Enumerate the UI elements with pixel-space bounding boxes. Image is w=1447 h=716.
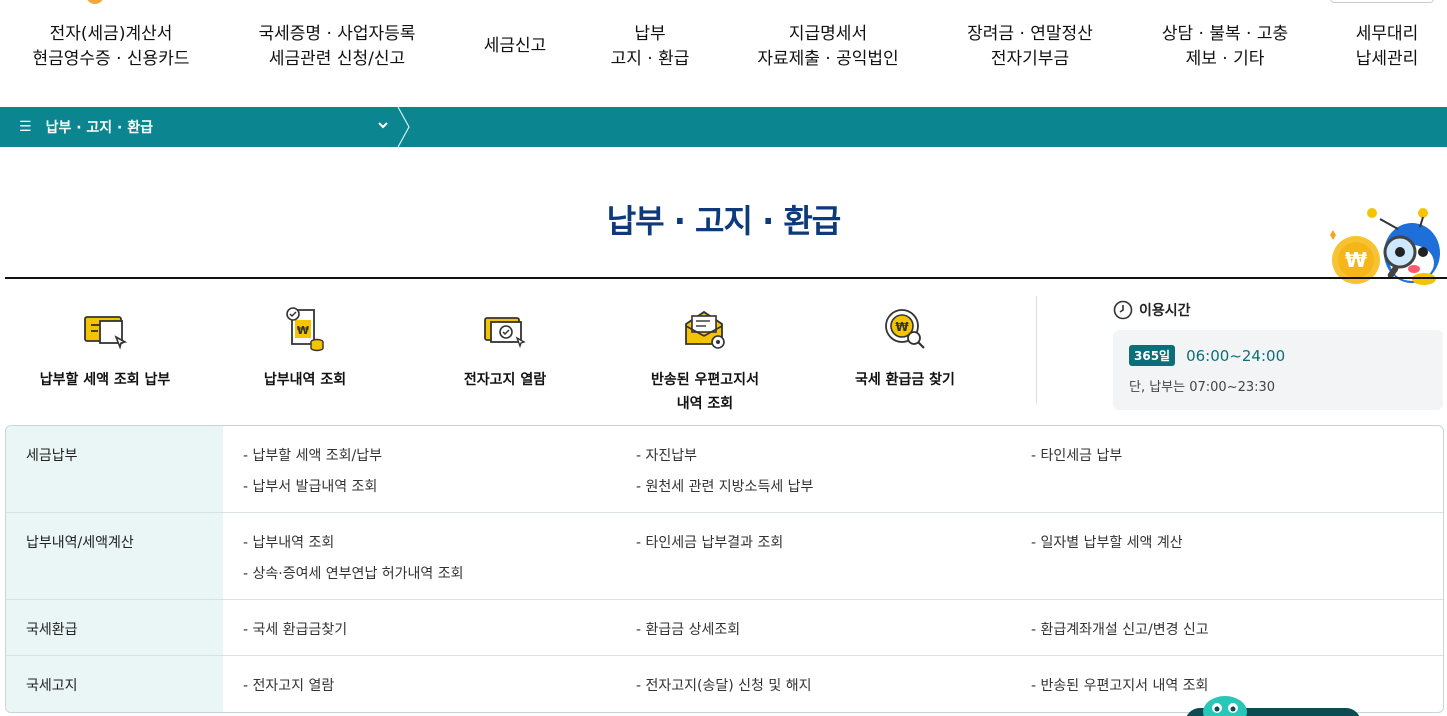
- gnb-item-consult[interactable]: 상담 · 불복 · 고충 제보 · 기타: [1155, 22, 1295, 72]
- table-link[interactable]: - 타인세금 납부결과 조회: [636, 532, 783, 552]
- returned-mail-icon: [685, 310, 725, 349]
- quick-item-payment-history[interactable]: ₩ 납부내역 조회: [205, 292, 405, 392]
- location-dropdown[interactable]: ☰ 납부 · 고지 · 환급: [0, 107, 404, 147]
- table-link[interactable]: - 환급금 상세조회: [636, 619, 740, 639]
- svg-text:₩: ₩: [297, 324, 309, 337]
- quick-label: 반송된 우편고지서 내역 조회: [651, 372, 759, 412]
- table-link[interactable]: - 타인세금 납부: [1031, 445, 1122, 465]
- gnb-label: 세금신고: [483, 36, 547, 56]
- gnb-item-agent[interactable]: 세무대리 납세관리: [1350, 22, 1424, 72]
- quick-menu: 납부할 세액 조회 납부 ₩ 납부내역 조회 전자고지 열람 반송된 우편고지서…: [0, 292, 1030, 412]
- gnb-item-incentive[interactable]: 장려금 · 연말정산 전자기부금: [960, 22, 1100, 72]
- table-row: 국세환급 - 국세 환급금찾기 - 환급금 상세조회 - 환급계좌개설 신고/변…: [6, 600, 1443, 656]
- quick-label: 납부할 세액 조회 납부: [39, 372, 171, 388]
- gnb-label: 전자(세금)계산서: [49, 24, 173, 44]
- quick-item-tax-payment[interactable]: 납부할 세액 조회 납부: [5, 292, 205, 392]
- table-link[interactable]: - 환급계좌개설 신고/변경 신고: [1031, 619, 1209, 639]
- logo[interactable]: [86, 0, 104, 4]
- service-hours-header: 이용시간: [1113, 298, 1445, 322]
- service-hours: 이용시간 365일 06:00~24:00 단, 납부는 07:00~23:30: [1113, 298, 1445, 410]
- clock-icon: [1113, 300, 1133, 320]
- svg-text:₩: ₩: [895, 320, 909, 334]
- table-row: 세금납부 - 납부할 세액 조회/납부 - 자진납부 - 타인세금 납부 - 납…: [6, 426, 1443, 513]
- hours-note: 단, 납부는 07:00~23:30: [1129, 380, 1276, 395]
- table-link[interactable]: - 국세 환급금찾기: [243, 619, 347, 639]
- menu-icon: ☰: [19, 119, 32, 135]
- gnb-sublabel: 납세관리: [1355, 49, 1419, 69]
- breadcrumb-separator-icon: [397, 107, 410, 147]
- table-link[interactable]: - 상속·증여세 연부연납 허가내역 조회: [243, 563, 464, 583]
- days-badge: 365일: [1129, 345, 1176, 366]
- row-heading: 국세고지: [6, 656, 223, 712]
- gnb-label: 장려금 · 연말정산: [967, 24, 1093, 44]
- row-heading: 국세환급: [6, 600, 223, 655]
- global-nav: 전자(세금)계산서 현금영수증 · 신용카드 국세증명 · 사업자등록 세금관련…: [0, 22, 1447, 78]
- table-link[interactable]: - 반송된 우편고지서 내역 조회: [1031, 675, 1208, 695]
- menu-table: 세금납부 - 납부할 세액 조회/납부 - 자진납부 - 타인세금 납부 - 납…: [5, 425, 1444, 713]
- gnb-sublabel: 자료제출 · 공익법인: [757, 49, 899, 69]
- table-link[interactable]: - 전자고지(송달) 신청 및 해지: [636, 675, 811, 695]
- quick-item-refund-search[interactable]: ₩ 국세 환급금 찾기: [805, 292, 1005, 392]
- row-heading: 납부내역/세액계산: [6, 513, 223, 599]
- gnb-item-invoice[interactable]: 전자(세금)계산서 현금영수증 · 신용카드: [28, 22, 194, 72]
- gnb-label: 세무대리: [1355, 24, 1419, 44]
- page-title: 납부 · 고지 · 환급: [606, 202, 842, 240]
- table-link[interactable]: - 원천세 관련 지방소득세 납부: [636, 476, 813, 496]
- gnb-sublabel: 제보 · 기타: [1185, 49, 1265, 69]
- table-link[interactable]: - 납부내역 조회: [243, 532, 334, 552]
- mascot-illustration: ₩: [1330, 208, 1440, 285]
- search-box[interactable]: [1330, 0, 1434, 3]
- gnb-item-tax-filing[interactable]: 세금신고: [480, 34, 550, 59]
- service-hours-box: 365일 06:00~24:00 단, 납부는 07:00~23:30: [1113, 330, 1443, 410]
- gnb-label: 국세증명 · 사업자등록: [258, 24, 416, 44]
- quick-item-e-notice[interactable]: 전자고지 열람: [405, 292, 605, 392]
- e-notice-icon: [484, 317, 526, 349]
- title-divider: [5, 277, 1447, 279]
- gnb-sublabel: 현금영수증 · 신용카드: [32, 49, 190, 69]
- hours-time: 06:00~24:00: [1186, 346, 1286, 365]
- gnb-sublabel: 세금관련 신청/신고: [268, 49, 406, 69]
- table-link[interactable]: - 전자고지 열람: [243, 675, 334, 695]
- refund-search-icon: ₩: [885, 309, 925, 349]
- gnb-label: 지급명세서: [788, 24, 868, 44]
- gnb-item-statement[interactable]: 지급명세서 자료제출 · 공익법인: [750, 22, 906, 72]
- table-link[interactable]: - 납부할 세액 조회/납부: [243, 445, 382, 465]
- table-link[interactable]: - 자진납부: [636, 445, 697, 465]
- gnb-label: 납부: [634, 24, 666, 44]
- row-heading: 세금납부: [6, 426, 223, 512]
- table-link[interactable]: - 납부서 발급내역 조회: [243, 476, 377, 496]
- chatbot-button[interactable]: [1185, 690, 1365, 716]
- gnb-label: 상담 · 불복 · 고충: [1161, 24, 1289, 44]
- location-bar: ☰ 납부 · 고지 · 환급: [0, 107, 1447, 147]
- table-row: 납부내역/세액계산 - 납부내역 조회 - 타인세금 납부결과 조회 - 일자별…: [6, 513, 1443, 600]
- quick-label: 납부내역 조회: [263, 372, 347, 388]
- quick-label: 전자고지 열람: [463, 372, 547, 388]
- quick-label: 국세 환급금 찾기: [855, 372, 955, 388]
- table-link[interactable]: - 일자별 납부할 세액 계산: [1031, 532, 1183, 552]
- payment-history-icon: ₩: [286, 307, 324, 352]
- tax-bill-icon: [84, 316, 128, 350]
- gnb-item-certificate[interactable]: 국세증명 · 사업자등록 세금관련 신청/신고: [252, 22, 422, 72]
- chevron-down-icon: [378, 122, 388, 129]
- quick-divider: [1036, 296, 1037, 404]
- gnb-item-payment[interactable]: 납부 고지 · 환급: [600, 22, 700, 72]
- location-label: 납부 · 고지 · 환급: [45, 120, 153, 136]
- gnb-sublabel: 전자기부금: [990, 49, 1070, 69]
- top-utility-strip: [0, 0, 1447, 8]
- gnb-sublabel: 고지 · 환급: [610, 49, 690, 69]
- quick-item-returned-mail[interactable]: 반송된 우편고지서 내역 조회: [605, 292, 805, 416]
- svg-text:₩: ₩: [1345, 248, 1367, 272]
- service-hours-title: 이용시간: [1139, 303, 1191, 319]
